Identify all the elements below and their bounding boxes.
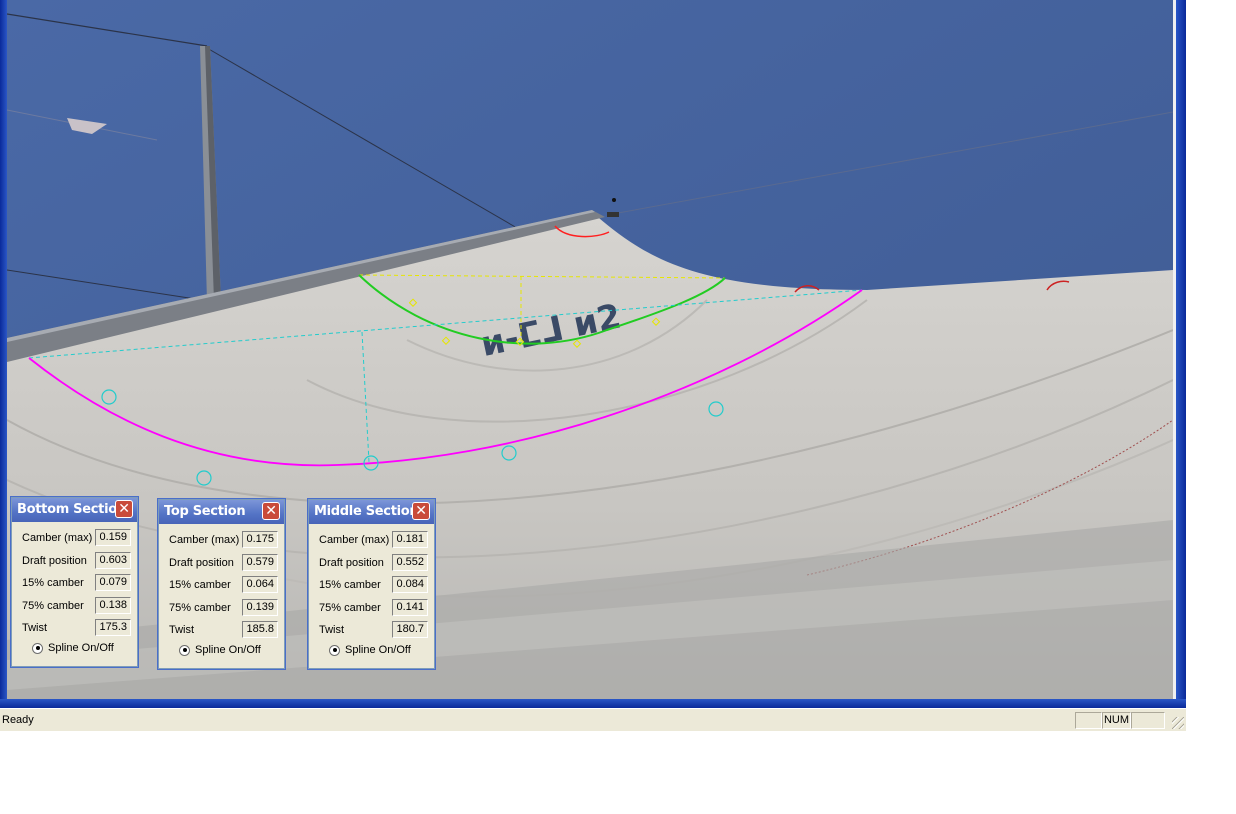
spline-label: Spline On/Off	[48, 641, 114, 654]
field-value[interactable]: 0.138	[95, 596, 131, 614]
camber-75-row: 75% camber 0.139	[167, 598, 278, 621]
twist-row: Twist 185.8	[167, 620, 278, 643]
resize-grip[interactable]	[1172, 717, 1184, 729]
field-label: Camber (max)	[22, 532, 93, 544]
field-value[interactable]: 0.181	[392, 531, 428, 548]
field-value[interactable]: 0.141	[392, 598, 428, 616]
status-text: Ready	[2, 714, 34, 726]
field-label: Draft position	[22, 554, 87, 567]
middle-section-panel: Middle Section ✕ Camber (max) 0.181 Draft…	[308, 499, 435, 669]
field-label: Camber (max)	[319, 534, 390, 546]
spline-toggle[interactable]: Spline On/Off	[317, 643, 428, 659]
middle-section-titlebar[interactable]: Middle Section ✕	[309, 500, 434, 524]
draft-position-row: Draft position 0.579	[167, 553, 278, 576]
spline-label: Spline On/Off	[195, 643, 261, 656]
camber-15-row: 15% camber 0.079	[20, 573, 131, 596]
camber-75-row: 75% camber 0.138	[20, 596, 131, 619]
right-frame	[1176, 0, 1186, 730]
field-label: Twist	[319, 624, 345, 636]
camber-max-row: Camber (max) 0.159	[20, 528, 131, 551]
field-value[interactable]: 175.3	[95, 619, 131, 636]
bottom-frame	[0, 699, 1186, 708]
status-pane-1	[1075, 712, 1102, 729]
status-pane-num: NUM	[1102, 712, 1131, 729]
panel-title: Middle Section	[314, 504, 419, 519]
spline-label: Spline On/Off	[345, 643, 411, 656]
field-label: Draft position	[169, 556, 234, 569]
field-value[interactable]: 185.8	[242, 621, 278, 638]
radio-button[interactable]	[179, 644, 190, 656]
spline-toggle[interactable]: Spline On/Off	[20, 641, 131, 657]
top-section-panel: Top Section ✕ Camber (max) 0.175 Draft po…	[158, 499, 285, 669]
top-section-titlebar[interactable]: Top Section ✕	[159, 500, 284, 524]
field-label: Twist	[169, 624, 195, 636]
field-value[interactable]: 0.579	[242, 553, 278, 571]
draft-position-row: Draft position 0.603	[20, 551, 131, 574]
field-value[interactable]: 0.064	[242, 576, 278, 593]
close-button[interactable]: ✕	[115, 500, 133, 518]
camber-75-row: 75% camber 0.141	[317, 598, 428, 621]
draft-position-row: Draft position 0.552	[317, 553, 428, 576]
field-label: 15% camber	[169, 579, 231, 591]
bottom-section-titlebar[interactable]: Bottom Section ✕	[12, 498, 137, 522]
camber-max-row: Camber (max) 0.181	[317, 530, 428, 553]
camber-15-row: 15% camber 0.064	[167, 575, 278, 598]
field-value[interactable]: 180.7	[392, 621, 428, 638]
field-value[interactable]: 0.139	[242, 598, 278, 616]
field-label: 75% camber	[319, 601, 381, 614]
field-label: 15% camber	[319, 579, 381, 591]
left-frame	[0, 0, 7, 706]
field-label: Camber (max)	[169, 534, 240, 546]
camber-15-row: 15% camber 0.084	[317, 575, 428, 598]
field-label: 75% camber	[22, 599, 84, 612]
panel-title: Top Section	[164, 504, 246, 519]
radio-button[interactable]	[32, 642, 43, 654]
radio-button[interactable]	[329, 644, 340, 656]
status-bar: Ready NUM	[0, 708, 1186, 731]
field-label: Twist	[22, 622, 48, 634]
spline-toggle[interactable]: Spline On/Off	[167, 643, 278, 659]
field-value[interactable]: 0.603	[95, 551, 131, 569]
field-label: 15% camber	[22, 577, 84, 589]
status-pane-3	[1131, 712, 1165, 729]
field-label: Draft position	[319, 556, 384, 569]
field-value[interactable]: 0.084	[392, 576, 428, 593]
field-value[interactable]: 0.552	[392, 553, 428, 571]
field-value[interactable]: 0.159	[95, 529, 131, 546]
camber-max-row: Camber (max) 0.175	[167, 530, 278, 553]
field-label: 75% camber	[169, 601, 231, 614]
bottom-section-panel: Bottom Section ✕ Camber (max) 0.159 Draft…	[11, 497, 138, 667]
field-value[interactable]: 0.175	[242, 531, 278, 548]
twist-row: Twist 175.3	[20, 618, 131, 641]
panel-title: Bottom Section	[17, 502, 126, 517]
close-button[interactable]: ✕	[262, 502, 280, 520]
field-value[interactable]: 0.079	[95, 574, 131, 591]
close-button[interactable]: ✕	[412, 502, 430, 520]
twist-row: Twist 180.7	[317, 620, 428, 643]
